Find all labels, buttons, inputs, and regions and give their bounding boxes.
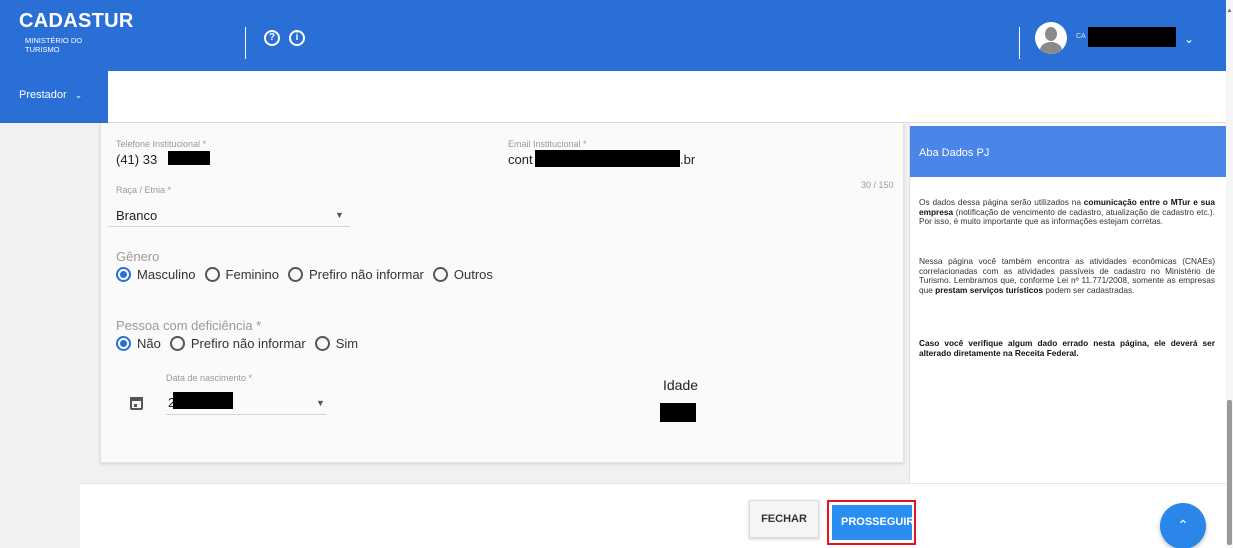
prosseguir-highlight: PROSSEGUIR	[827, 500, 916, 545]
radio-checked-icon[interactable]	[116, 336, 131, 351]
user-avatar[interactable]	[1035, 22, 1067, 54]
deficiencia-radio-group: Não Prefiro não informar Sim	[116, 336, 367, 351]
nascimento-label: Data de nascimento *	[166, 373, 253, 383]
radio-unchecked-icon[interactable]	[169, 336, 185, 351]
redacted-nascimento	[173, 392, 233, 409]
deficiencia-label: Pessoa com deficiência *	[116, 318, 262, 333]
dropdown-arrow-icon[interactable]: ▼	[335, 210, 344, 220]
top-app-bar: CADASTUR MINISTÉRIO DO TURISMO ? i CA ⌄	[0, 0, 1226, 71]
header-divider-right	[1019, 27, 1020, 59]
genero-option-label: Outros	[453, 267, 493, 282]
deficiencia-option-prefiro[interactable]: Prefiro não informar	[169, 336, 306, 351]
email-suffix: .br	[680, 152, 696, 167]
nav-prestador-label: Prestador	[19, 89, 67, 101]
help-text: podem ser cadastradas.	[1043, 284, 1135, 295]
left-gutter	[0, 123, 80, 548]
chevron-down-icon[interactable]: ⌄	[1184, 32, 1194, 46]
genero-option-prefiro[interactable]: Prefiro não informar	[288, 267, 424, 282]
genero-option-outros[interactable]: Outros	[432, 267, 493, 282]
genero-option-feminino[interactable]: Feminino	[204, 267, 279, 282]
prosseguir-button[interactable]: PROSSEGUIR	[832, 505, 912, 540]
deficiencia-option-sim[interactable]: Sim	[314, 336, 359, 351]
deficiencia-option-nao[interactable]: Não	[116, 336, 161, 351]
nav-prestador-menu[interactable]: Prestador ⌄	[0, 71, 108, 123]
help-circle-icon[interactable]: ?	[264, 30, 280, 46]
scroll-up-arrow-icon[interactable]: ▲	[1226, 8, 1233, 14]
chevron-down-icon: ⌄	[74, 90, 83, 100]
radio-checked-icon[interactable]	[116, 267, 131, 282]
avatar-head	[1045, 27, 1057, 41]
genero-radio-group: Masculino Feminino Prefiro não informar …	[116, 267, 502, 282]
raca-underline	[108, 226, 350, 227]
email-char-counter: 30 / 150	[861, 180, 894, 190]
help-text-bold: prestam serviços turísticos	[935, 284, 1044, 295]
telefone-label: Telefone Institucional *	[116, 139, 207, 149]
radio-unchecked-icon[interactable]	[204, 267, 220, 282]
brand-name: CADASTUR	[19, 10, 134, 32]
genero-option-label: Prefiro não informar	[309, 267, 424, 282]
form-card	[100, 123, 904, 463]
raca-select[interactable]: Branco	[116, 208, 157, 223]
deficiencia-option-label: Não	[137, 336, 161, 351]
genero-option-masculino[interactable]: Masculino	[116, 267, 196, 282]
radio-unchecked-icon[interactable]	[432, 267, 448, 282]
deficiencia-option-label: Sim	[335, 336, 359, 351]
help-paragraph-1: Os dados dessa página serão utilizados n…	[919, 197, 1215, 227]
avatar-body	[1040, 42, 1062, 54]
brand-subtitle: MINISTÉRIO DO TURISMO	[25, 36, 83, 54]
deficiencia-option-label: Prefiro não informar	[190, 336, 306, 351]
footer-bar	[80, 483, 1226, 548]
dropdown-arrow-icon[interactable]: ▼	[316, 398, 325, 408]
help-paragraph-3: Caso você verifique algum dado errado ne…	[919, 338, 1215, 358]
email-input[interactable]: cont	[508, 152, 533, 167]
user-name-prefix[interactable]: CA	[1076, 33, 1086, 40]
help-text: (notificação de vencimento de cadastro, …	[919, 206, 1215, 227]
redacted-email	[535, 150, 680, 167]
genero-label: Gênero	[116, 249, 160, 264]
radio-unchecked-icon[interactable]	[288, 267, 303, 282]
idade-label: Idade	[663, 377, 699, 393]
calendar-icon[interactable]	[130, 397, 143, 410]
email-label: Email Institucional *	[508, 139, 587, 149]
help-paragraph-2: Nessa página você também encontra as ati…	[919, 256, 1215, 295]
header-divider	[245, 27, 246, 59]
scrollbar-thumb[interactable]	[1227, 400, 1232, 545]
nav-bar: Prestador ⌄	[0, 71, 1226, 123]
genero-option-label: Feminino	[225, 267, 279, 282]
raca-label: Raça / Etnia *	[116, 185, 172, 195]
nascimento-underline	[166, 414, 326, 415]
fechar-button[interactable]: FECHAR	[749, 500, 819, 538]
help-panel-title: Aba Dados PJ	[910, 126, 1227, 177]
chevron-up-icon[interactable]: ⌃	[1160, 503, 1206, 548]
genero-option-label: Masculino	[137, 267, 196, 282]
radio-unchecked-icon[interactable]	[314, 336, 330, 351]
brand-logo[interactable]: CADASTUR MINISTÉRIO DO TURISMO	[19, 10, 134, 54]
info-circle-icon[interactable]: i	[289, 30, 305, 46]
redacted-idade	[660, 403, 696, 422]
help-panel: Aba Dados PJ Os dados dessa página serão…	[909, 123, 1227, 483]
help-text: Os dados dessa página serão utilizados n…	[919, 197, 1084, 207]
telefone-input[interactable]: (41) 33	[116, 152, 157, 167]
redacted-user-name	[1088, 27, 1176, 47]
redacted-telefone	[168, 151, 210, 165]
